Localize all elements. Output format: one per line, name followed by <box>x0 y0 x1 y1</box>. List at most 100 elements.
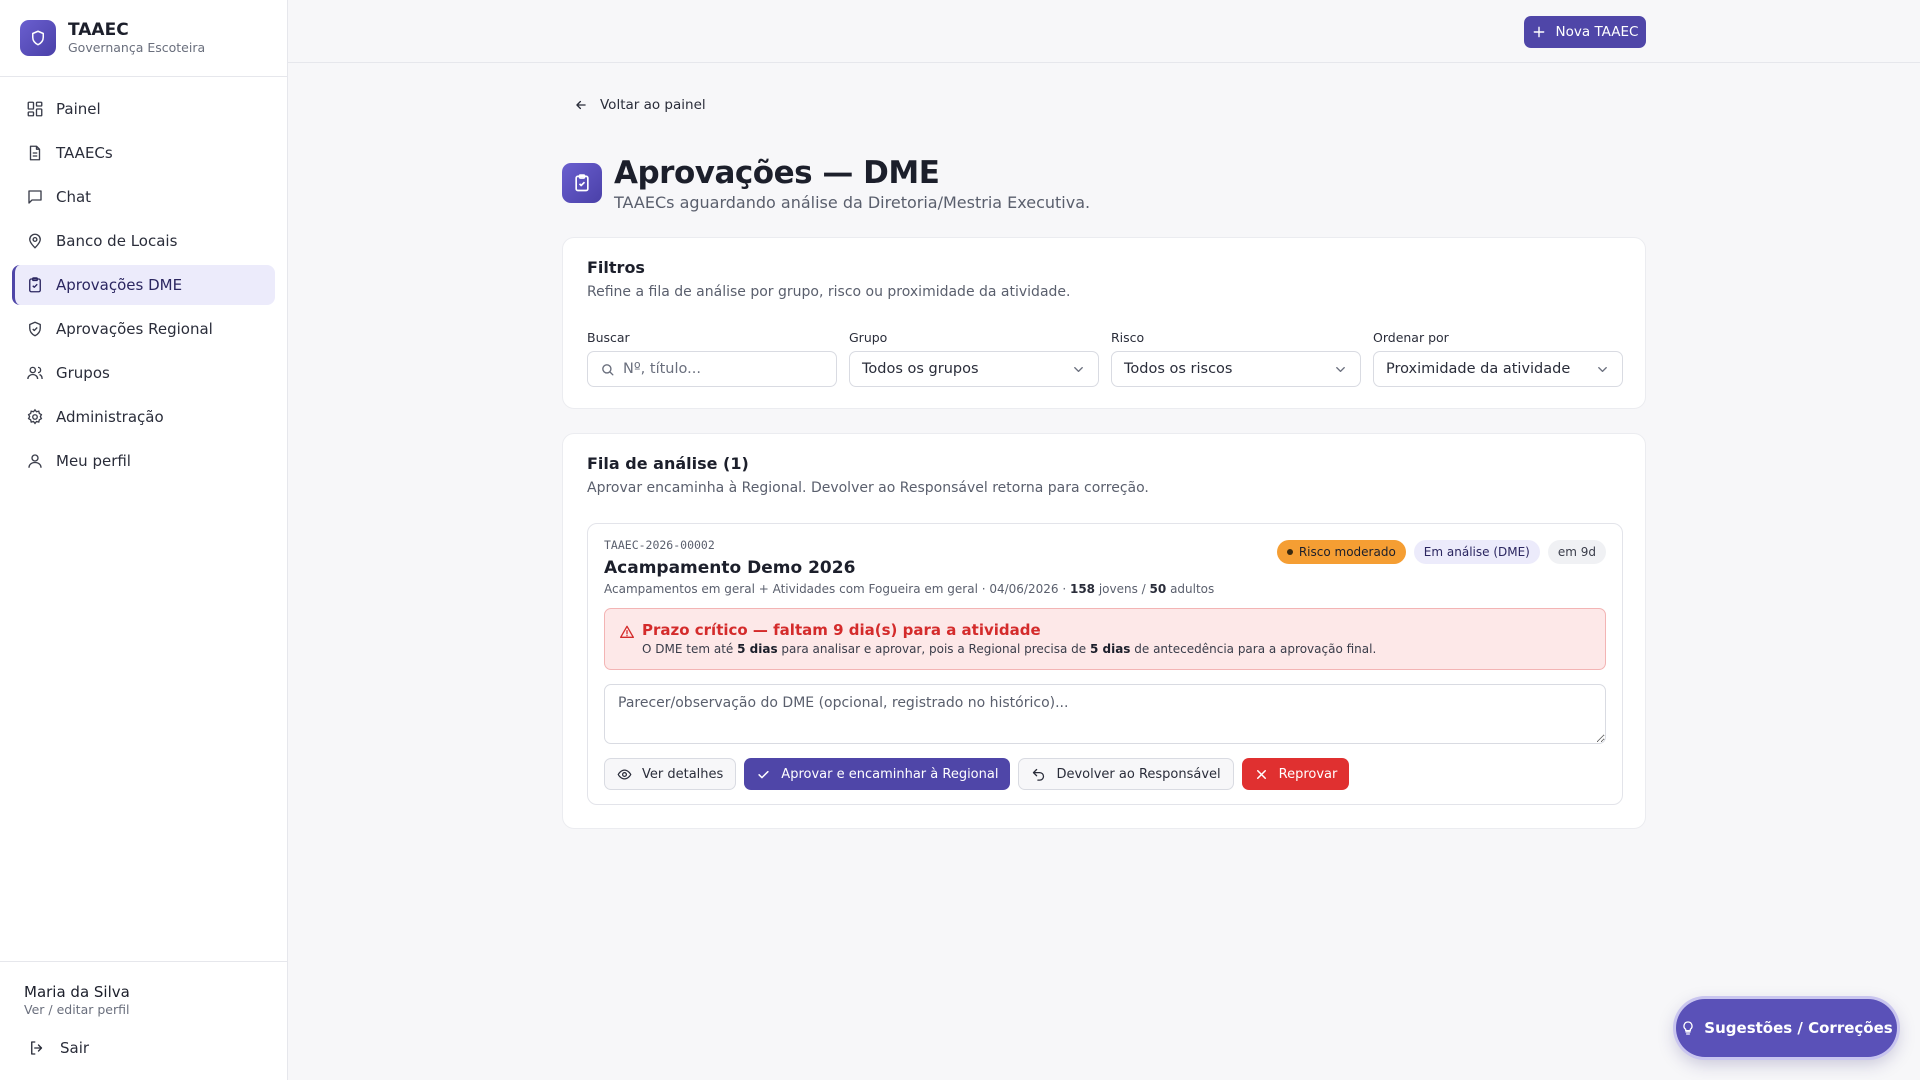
sidebar-item-label: Administração <box>56 408 164 426</box>
sidebar-item-aprovacoes-regional[interactable]: Aprovações Regional <box>12 309 275 349</box>
filters-card: Filtros Refine a fila de análise por gru… <box>562 237 1646 409</box>
risk-badge-label: Risco moderado <box>1298 545 1396 559</box>
search-input[interactable] <box>623 361 823 377</box>
sidebar-item-grupos[interactable]: Grupos <box>12 353 275 393</box>
sort-field: Ordenar por Proximidade da atividade <box>1373 330 1623 387</box>
risk-label: Risco <box>1111 330 1145 345</box>
taaec-code: TAAEC-2026-00002 <box>604 538 715 552</box>
brand-subtitle: Governança Escoteira <box>68 40 206 55</box>
arrow-left-icon <box>574 98 588 112</box>
sort-label: Ordenar por <box>1373 330 1449 345</box>
user-icon <box>26 452 44 470</box>
search-field: Buscar <box>587 330 837 387</box>
search-icon <box>600 362 615 377</box>
sidebar-item-painel[interactable]: Painel <box>12 89 275 129</box>
logout-icon <box>28 1039 46 1057</box>
sidebar-item-taaecs[interactable]: TAAECs <box>12 133 275 173</box>
sidebar-item-label: Chat <box>56 188 92 206</box>
dashboard-icon <box>26 100 44 118</box>
logout-button[interactable]: Sair <box>0 1028 287 1068</box>
shield-icon <box>20 20 56 56</box>
page-header: Aprovações — DME TAAECs aguardando análi… <box>562 153 1090 213</box>
logout-label: Sair <box>60 1039 90 1057</box>
alert-text: O DME tem até 5 dias para analisar e apr… <box>642 642 1376 656</box>
lightbulb-icon <box>1680 1020 1696 1036</box>
sidebar-nav: Painel TAAECs Chat Banco de Locais Aprov… <box>0 77 287 481</box>
group-label: Grupo <box>849 330 888 345</box>
status-badge: Em análise (DME) <box>1413 540 1540 564</box>
return-to-responsible-button[interactable]: Devolver ao Responsável <box>1018 758 1234 790</box>
sidebar: TAAEC Governança Escoteira Painel TAAECs… <box>0 0 288 1080</box>
approve-forward-button[interactable]: Aprovar e encaminhar à Regional <box>744 758 1011 790</box>
sidebar-item-aprovacoes-dme[interactable]: Aprovações DME <box>12 265 275 305</box>
youth-label: jovens / <box>1095 582 1150 596</box>
brand-title: TAAEC <box>68 20 129 40</box>
sidebar-item-meu-perfil[interactable]: Meu perfil <box>12 441 275 481</box>
critical-deadline-alert: Prazo crítico — faltam 9 dia(s) para a a… <box>604 608 1606 670</box>
gear-icon <box>26 408 44 426</box>
document-icon <box>26 144 44 162</box>
user-name: Maria da Silva <box>24 983 130 1001</box>
approve-forward-label: Aprovar e encaminhar à Regional <box>781 766 999 782</box>
suggestions-label: Sugestões / Correções <box>1704 1019 1893 1037</box>
queue-title: Fila de análise (1) <box>587 454 749 473</box>
new-taaec-button[interactable]: Nova TAAEC <box>1524 16 1646 48</box>
risk-select[interactable]: Todos os riscos <box>1111 351 1361 387</box>
page-subtitle: TAAECs aguardando análise da Diretoria/M… <box>614 193 1091 212</box>
check-icon <box>756 767 771 782</box>
alert-title: Prazo crítico — faltam 9 dia(s) para a a… <box>642 621 1041 639</box>
alert-text-3: de antecedência para a aprovação final. <box>1130 642 1377 656</box>
risk-field: Risco Todos os riscos <box>1111 330 1361 387</box>
map-pin-icon <box>26 232 44 250</box>
view-details-button[interactable]: Ver detalhes <box>604 758 737 790</box>
page-title: Aprovações — DME <box>614 155 940 191</box>
sidebar-item-label: Painel <box>56 100 101 118</box>
group-field: Grupo Todos os grupos <box>849 330 1099 387</box>
search-box[interactable] <box>587 351 837 387</box>
sidebar-item-label: Aprovações DME <box>56 276 183 294</box>
queue-description: Aprovar encaminha à Regional. Devolver a… <box>587 480 1149 496</box>
clipboard-check-icon <box>562 163 602 203</box>
chevron-down-icon <box>1071 362 1086 377</box>
alert-text-2: para analisar e aprovar, pois a Regional… <box>777 642 1090 656</box>
search-label: Buscar <box>587 330 630 345</box>
brand: TAAEC Governança Escoteira <box>0 0 287 77</box>
sidebar-item-banco-de-locais[interactable]: Banco de Locais <box>12 221 275 261</box>
alert-bold-1: 5 dias <box>737 642 778 656</box>
group-select-value: Todos os grupos <box>862 361 979 377</box>
new-taaec-label: Nova TAAEC <box>1555 24 1639 40</box>
review-queue-card: Fila de análise (1) Aprovar encaminha à … <box>562 433 1646 829</box>
filters-description: Refine a fila de análise por grupo, risc… <box>587 284 1071 300</box>
sidebar-item-administracao[interactable]: Administração <box>12 397 275 437</box>
back-to-dashboard-link[interactable]: Voltar ao painel <box>574 97 706 113</box>
reject-label: Reprovar <box>1278 766 1338 782</box>
filters-title: Filtros <box>587 258 645 277</box>
dme-note-textarea[interactable] <box>604 684 1606 744</box>
adults-label: adultos <box>1166 582 1215 596</box>
chevron-down-icon <box>1333 362 1348 377</box>
eye-icon <box>617 767 632 782</box>
risk-dot-icon <box>1286 549 1293 555</box>
sidebar-item-label: Meu perfil <box>56 452 131 470</box>
item-actions: Ver detalhes Aprovar e encaminhar à Regi… <box>604 758 1357 790</box>
group-select[interactable]: Todos os grupos <box>849 351 1099 387</box>
sidebar-footer: Maria da Silva Ver / editar perfil Sair <box>0 961 287 1080</box>
user-profile-link[interactable]: Maria da Silva Ver / editar perfil <box>0 962 287 1028</box>
taaec-meta-text: Acampamentos em geral + Atividades com F… <box>604 582 1070 596</box>
suggestions-button[interactable]: Sugestões / Correções <box>1676 999 1897 1057</box>
chat-icon <box>26 188 44 206</box>
alert-text-1: O DME tem até <box>642 642 738 656</box>
clipboard-check-icon <box>26 276 44 294</box>
reject-button[interactable]: Reprovar <box>1241 758 1350 790</box>
sidebar-item-label: Grupos <box>56 364 110 382</box>
taaec-title: Acampamento Demo 2026 <box>604 558 856 578</box>
return-label: Devolver ao Responsável <box>1056 766 1221 782</box>
sidebar-item-chat[interactable]: Chat <box>12 177 275 217</box>
edit-profile-link[interactable]: Ver / editar perfil <box>24 1002 263 1018</box>
plus-icon <box>1532 25 1546 39</box>
back-label: Voltar ao painel <box>600 97 706 113</box>
queue-item: TAAEC-2026-00002 Acampamento Demo 2026 A… <box>587 523 1623 805</box>
warning-triangle-icon <box>619 624 635 640</box>
alert-bold-2: 5 dias <box>1089 642 1131 656</box>
sort-select[interactable]: Proximidade da atividade <box>1373 351 1623 387</box>
